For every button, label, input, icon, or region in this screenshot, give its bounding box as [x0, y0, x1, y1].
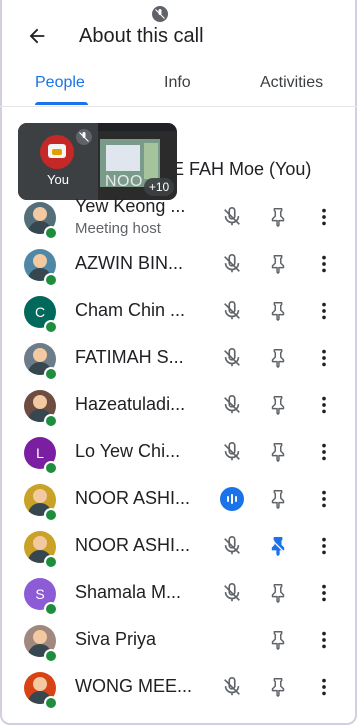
more-options-icon[interactable] — [316, 204, 332, 230]
tab-active-indicator — [35, 102, 88, 105]
participant-row[interactable]: C Cham Chin ... — [0, 288, 357, 335]
more-options-icon[interactable] — [316, 345, 332, 371]
pin-icon[interactable] — [265, 627, 291, 653]
participant-row[interactable]: S Shamala M... — [0, 570, 357, 617]
pip-self-tile: You — [18, 123, 98, 200]
tab-people[interactable]: People — [35, 74, 85, 92]
online-status-dot — [44, 696, 58, 710]
more-options-icon[interactable] — [316, 580, 332, 606]
mic-off-icon[interactable] — [219, 345, 245, 371]
mic-off-icon — [76, 129, 92, 145]
participant-name: Siva Priya — [75, 629, 157, 649]
pin-icon[interactable] — [265, 204, 291, 230]
participant-row[interactable]: L Lo Yew Chi... — [0, 429, 357, 476]
more-options-icon[interactable] — [316, 674, 332, 700]
more-options-icon[interactable] — [316, 298, 332, 324]
mic-off-icon[interactable] — [219, 298, 245, 324]
mic-off-icon[interactable] — [219, 204, 245, 230]
pin-icon[interactable] — [265, 439, 291, 465]
more-options-icon[interactable] — [316, 627, 332, 653]
participant-row[interactable]: NOOR ASHI... — [0, 476, 357, 523]
online-status-dot — [44, 273, 58, 287]
online-status-dot — [44, 649, 58, 663]
participant-name: Lo Yew Chi... — [75, 441, 181, 461]
online-status-dot — [44, 508, 58, 522]
page-title: About this call — [79, 25, 204, 47]
more-options-icon[interactable] — [316, 392, 332, 418]
pin-icon[interactable] — [265, 674, 291, 700]
participant-row[interactable]: NOOR ASHI... — [0, 523, 357, 570]
online-status-dot — [44, 367, 58, 381]
more-options-icon[interactable] — [316, 533, 332, 559]
participant-row[interactable]: WONG MEE... — [0, 664, 357, 711]
self-name: E FAH Moe (You) — [172, 159, 312, 179]
participant-row[interactable]: Hazeatuladi... — [0, 382, 357, 429]
pin-icon[interactable] — [265, 298, 291, 324]
participant-name: Shamala M... — [75, 582, 182, 602]
participant-name: NOOR ASHI... — [75, 535, 191, 555]
participant-row[interactable]: AZWIN BIN... — [0, 241, 357, 288]
more-options-icon[interactable] — [316, 251, 332, 277]
speaking-indicator-icon — [220, 487, 244, 511]
pin-icon[interactable] — [265, 580, 291, 606]
tab-activities[interactable]: Activities — [260, 74, 323, 92]
participant-name: FATIMAH S... — [75, 347, 184, 367]
participant-name: AZWIN BIN... — [75, 253, 183, 273]
participant-role: Meeting host — [75, 220, 161, 237]
pip-you-label: You — [47, 172, 69, 187]
mic-off-icon[interactable] — [219, 439, 245, 465]
tab-info[interactable]: Info — [164, 74, 191, 92]
participant-row[interactable]: Siva Priya — [0, 617, 357, 664]
pin-icon[interactable] — [265, 486, 291, 512]
participant-name: Cham Chin ... — [75, 300, 186, 320]
pin-icon[interactable] — [265, 392, 291, 418]
participant-name: WONG MEE... — [75, 676, 192, 696]
online-status-dot — [44, 226, 58, 240]
participant-name: Yew Keong ... — [75, 196, 186, 216]
participant-name: Hazeatuladi... — [75, 394, 186, 414]
pip-grid-text: NOO — [105, 173, 143, 190]
online-status-dot — [44, 320, 58, 334]
online-status-dot — [44, 602, 58, 616]
more-options-icon[interactable] — [316, 486, 332, 512]
participant-name: NOOR ASHI... — [75, 488, 191, 508]
more-options-icon[interactable] — [316, 439, 332, 465]
self-avatar — [40, 135, 74, 169]
mic-off-icon[interactable] — [219, 251, 245, 277]
pin-icon[interactable] — [265, 345, 291, 371]
participant-row[interactable]: FATIMAH S... — [0, 335, 357, 382]
header: About this call — [0, 14, 357, 58]
mic-off-icon[interactable] — [219, 674, 245, 700]
online-status-dot — [44, 461, 58, 475]
mic-off-icon[interactable] — [219, 580, 245, 606]
pin-icon[interactable] — [265, 251, 291, 277]
online-status-dot — [44, 555, 58, 569]
mic-off-icon — [152, 6, 168, 22]
mic-off-icon[interactable] — [219, 392, 245, 418]
participant-row[interactable]: Yew Keong ... Meeting host — [0, 194, 357, 241]
arrow-back-icon — [29, 28, 45, 44]
tab-bar: People Info Activities — [0, 62, 357, 107]
back-button[interactable] — [26, 20, 54, 52]
mic-off-icon[interactable] — [219, 533, 245, 559]
pinned-icon[interactable] — [265, 533, 291, 559]
online-status-dot — [44, 414, 58, 428]
